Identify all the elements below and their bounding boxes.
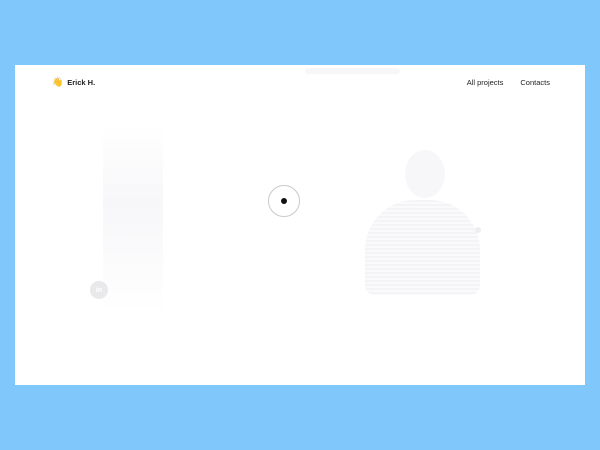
site-frame: 👋 Erick H. All projects Contacts in xyxy=(15,65,585,385)
linkedin-icon[interactable]: in xyxy=(90,281,108,299)
faded-dot xyxy=(475,227,481,233)
portrait-body-shape xyxy=(365,200,480,295)
top-nav: All projects Contacts xyxy=(467,78,550,87)
waving-hand-icon: 👋 xyxy=(52,77,64,87)
custom-cursor-ring xyxy=(268,185,300,217)
brand-logo[interactable]: 👋 Erick H. xyxy=(52,77,96,88)
nav-all-projects[interactable]: All projects xyxy=(467,78,504,87)
brand-name: Erick H. xyxy=(67,78,96,87)
nav-contacts[interactable]: Contacts xyxy=(520,78,550,87)
faded-top-bar xyxy=(305,68,400,74)
faded-portrait-image xyxy=(365,135,485,305)
portrait-head-shape xyxy=(405,150,445,198)
faded-content-column xyxy=(103,125,163,315)
custom-cursor-dot xyxy=(281,198,287,204)
